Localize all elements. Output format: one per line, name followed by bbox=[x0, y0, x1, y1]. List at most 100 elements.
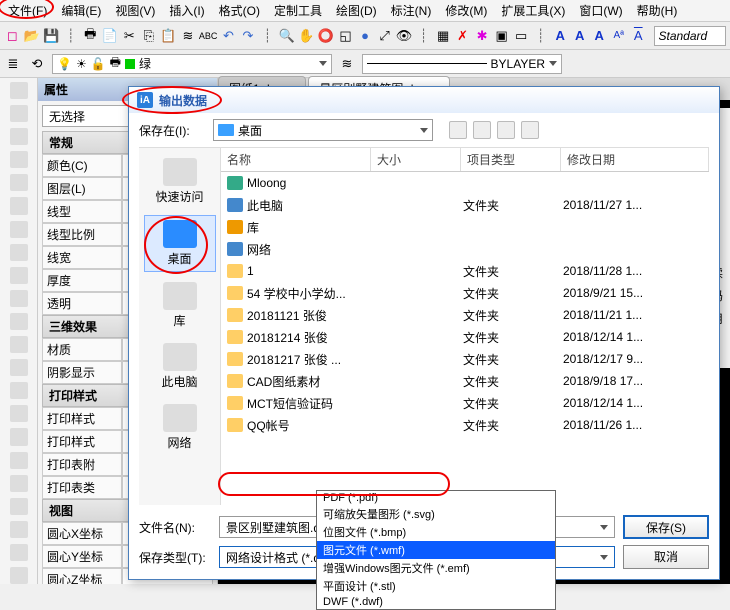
region-tool[interactable] bbox=[10, 336, 28, 353]
match-layer-icon[interactable]: ≋ bbox=[338, 55, 356, 73]
line-tool[interactable] bbox=[10, 82, 28, 99]
place-桌面[interactable]: 桌面 bbox=[144, 215, 216, 272]
layer-combo[interactable]: 💡☀🔓🖶 绿 bbox=[52, 54, 332, 74]
cut-icon[interactable]: ✂ bbox=[121, 27, 138, 45]
filetype-dropdown[interactable]: PDF (*.pdf)可缩放矢量图形 (*.svg)位图文件 (*.bmp)图元… bbox=[316, 490, 556, 610]
layer-icon[interactable]: ≣ bbox=[4, 55, 22, 73]
file-row[interactable]: 20181214 张俊文件夹2018/12/14 1... bbox=[221, 326, 709, 348]
layerp-icon[interactable]: ⟲ bbox=[28, 55, 46, 73]
orbit-icon[interactable]: ⭕ bbox=[318, 27, 335, 45]
text-tool[interactable] bbox=[10, 267, 28, 284]
arc-tool[interactable] bbox=[10, 151, 28, 168]
up-icon[interactable] bbox=[473, 121, 491, 139]
extra3-tool[interactable] bbox=[10, 544, 28, 561]
undo-icon[interactable]: ↶ bbox=[220, 27, 237, 45]
place-库[interactable]: 库 bbox=[144, 278, 216, 333]
menu-ext[interactable]: 扩展工具(X) bbox=[497, 0, 569, 21]
text-A2-icon[interactable]: A bbox=[571, 27, 588, 45]
zoomwin-icon[interactable]: ◱ bbox=[337, 27, 354, 45]
menu-customtools[interactable]: 定制工具 bbox=[270, 0, 326, 21]
window-icon[interactable]: ▭ bbox=[513, 27, 530, 45]
file-row[interactable]: MCT短信验证码文件夹2018/12/14 1... bbox=[221, 392, 709, 414]
save-button[interactable]: 保存(S) bbox=[623, 515, 709, 539]
file-row[interactable]: 此电脑文件夹2018/11/27 1... bbox=[221, 194, 709, 216]
match-icon[interactable]: ≋ bbox=[180, 27, 197, 45]
text-A3-icon[interactable]: A bbox=[591, 27, 608, 45]
hatch-tool[interactable] bbox=[10, 244, 28, 261]
menu-file[interactable]: 文件(F) bbox=[4, 0, 51, 21]
text-A-icon[interactable]: A bbox=[552, 27, 569, 45]
file-row[interactable]: CAD图纸素材文件夹2018/9/18 17... bbox=[221, 370, 709, 392]
filetype-option[interactable]: 平面设计 (*.stl) bbox=[317, 577, 555, 595]
place-网络[interactable]: 网络 bbox=[144, 400, 216, 455]
dot-icon[interactable]: ● bbox=[357, 27, 374, 45]
revision-tool[interactable] bbox=[10, 428, 28, 445]
menu-dim[interactable]: 标注(N) bbox=[387, 0, 436, 21]
file-row[interactable]: 库 bbox=[221, 216, 709, 238]
preview-icon[interactable]: 📄 bbox=[102, 27, 119, 45]
wipeout-tool[interactable] bbox=[10, 452, 28, 469]
block-tool[interactable] bbox=[10, 313, 28, 330]
text-Aa-icon[interactable]: Aª bbox=[610, 27, 627, 45]
menu-view[interactable]: 视图(V) bbox=[111, 0, 159, 21]
newfolder-icon[interactable] bbox=[497, 121, 515, 139]
spline-tool[interactable] bbox=[10, 221, 28, 238]
cube-icon[interactable]: ▣ bbox=[493, 27, 510, 45]
file-row[interactable]: 20181217 张俊 ...文件夹2018/12/17 9... bbox=[221, 348, 709, 370]
pan-icon[interactable]: ✋ bbox=[298, 27, 315, 45]
col-type[interactable]: 项目类型 bbox=[461, 148, 561, 171]
object-tool[interactable] bbox=[10, 475, 28, 492]
burst-icon[interactable]: ✱ bbox=[474, 27, 491, 45]
menu-draw[interactable]: 绘图(D) bbox=[332, 0, 381, 21]
textstyle-combo[interactable]: Standard bbox=[654, 26, 726, 46]
style-icon[interactable]: ▦ bbox=[435, 27, 452, 45]
back-icon[interactable] bbox=[449, 121, 467, 139]
place-快速访问[interactable]: 快速访问 bbox=[144, 154, 216, 209]
extra1-tool[interactable] bbox=[10, 498, 28, 515]
dim-tool[interactable] bbox=[10, 382, 28, 399]
menu-edit[interactable]: 编辑(E) bbox=[57, 0, 105, 21]
col-name[interactable]: 名称 bbox=[221, 148, 371, 171]
extra4-tool[interactable] bbox=[10, 567, 28, 584]
rect-tool[interactable] bbox=[10, 174, 28, 191]
save-icon[interactable]: 💾 bbox=[43, 27, 60, 45]
text-bar-icon[interactable]: A bbox=[630, 27, 647, 45]
paste-icon[interactable]: 📋 bbox=[160, 27, 177, 45]
linetype-combo[interactable]: BYLAYER bbox=[362, 54, 562, 74]
copy-icon[interactable]: ⎘ bbox=[141, 27, 158, 45]
circle-tool[interactable] bbox=[10, 128, 28, 145]
menu-help[interactable]: 帮助(H) bbox=[633, 0, 682, 21]
erase-icon[interactable]: ✗ bbox=[454, 27, 471, 45]
col-date[interactable]: 修改日期 bbox=[561, 148, 709, 171]
file-row[interactable]: 1文件夹2018/11/28 1... bbox=[221, 260, 709, 282]
menu-modify[interactable]: 修改(M) bbox=[441, 0, 491, 21]
polyline-tool[interactable] bbox=[10, 105, 28, 122]
file-row[interactable]: 20181121 张俊文件夹2018/11/21 1... bbox=[221, 304, 709, 326]
abc-icon[interactable]: ABC bbox=[199, 27, 217, 45]
open-icon[interactable]: 📂 bbox=[24, 27, 41, 45]
filetype-option[interactable]: 可缩放矢量图形 (*.svg) bbox=[317, 505, 555, 523]
col-size[interactable]: 大小 bbox=[371, 148, 461, 171]
place-此电脑[interactable]: 此电脑 bbox=[144, 339, 216, 394]
save-in-combo[interactable]: 桌面 bbox=[213, 119, 433, 141]
filetype-option[interactable]: 增强Windows图元文件 (*.emf) bbox=[317, 559, 555, 577]
filetype-option[interactable]: 图元文件 (*.wmf) bbox=[317, 541, 555, 559]
file-row[interactable]: 网络 bbox=[221, 238, 709, 260]
ellipse-tool[interactable] bbox=[10, 197, 28, 214]
new-icon[interactable]: ◻ bbox=[4, 27, 21, 45]
file-row[interactable]: QQ帐号文件夹2018/11/26 1... bbox=[221, 414, 709, 436]
filetype-option[interactable]: 位图文件 (*.bmp) bbox=[317, 523, 555, 541]
filetype-option[interactable]: DWF (*.dwf) bbox=[317, 595, 555, 609]
point-tool[interactable] bbox=[10, 290, 28, 307]
menu-insert[interactable]: 插入(I) bbox=[165, 0, 208, 21]
table-tool[interactable] bbox=[10, 359, 28, 376]
zoom-icon[interactable]: 🔍 bbox=[279, 27, 296, 45]
menu-window[interactable]: 窗口(W) bbox=[575, 0, 626, 21]
file-row[interactable]: 54 学校中小学幼...文件夹2018/9/21 15... bbox=[221, 282, 709, 304]
redo-icon[interactable]: ↷ bbox=[240, 27, 257, 45]
print-icon[interactable]: 🖶 bbox=[82, 27, 99, 45]
eye-icon[interactable]: 👁 bbox=[396, 27, 413, 45]
filetype-option[interactable]: PDF (*.pdf) bbox=[317, 491, 555, 505]
zoomext-icon[interactable]: ⤢ bbox=[376, 27, 393, 45]
viewmenu-icon[interactable] bbox=[521, 121, 539, 139]
